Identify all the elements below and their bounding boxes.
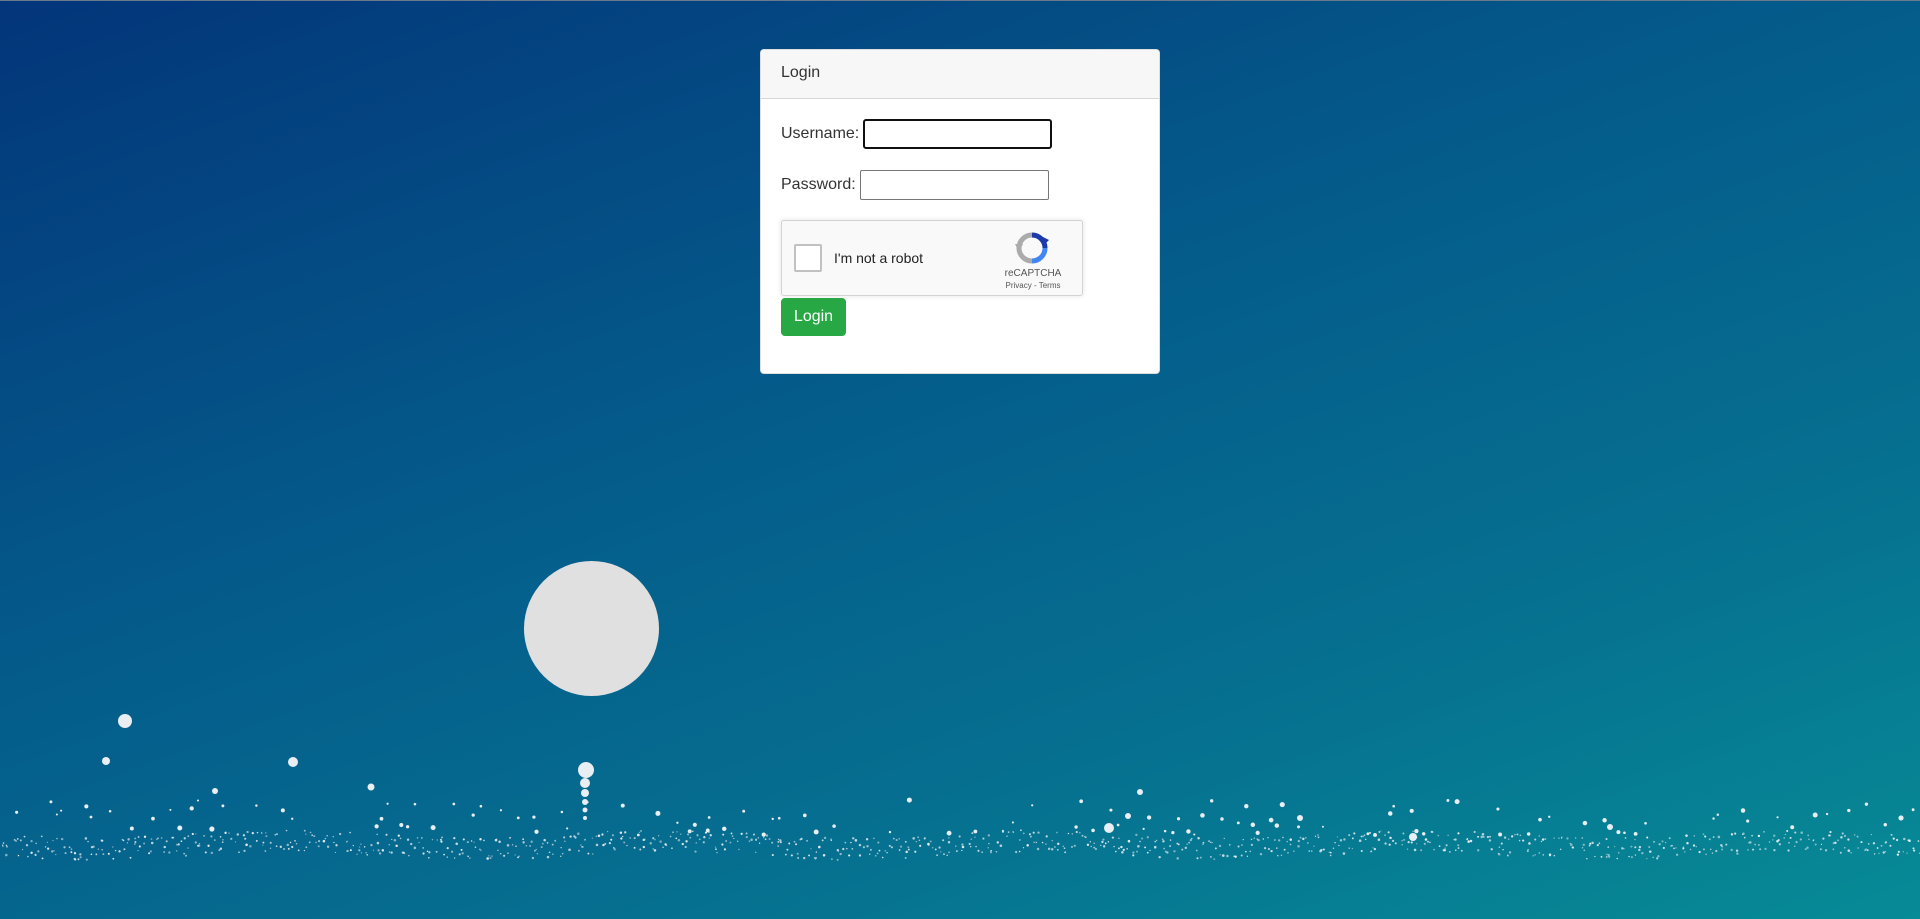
top-border-line <box>0 0 1920 1</box>
recaptcha-links: Privacy - Terms <box>992 281 1074 290</box>
password-label: Password: <box>781 176 856 193</box>
recaptcha-label: I'm not a robot <box>834 250 924 266</box>
login-button[interactable]: Login <box>781 298 846 336</box>
recaptcha-logo-icon <box>1015 232 1049 264</box>
username-label: Username: <box>781 125 860 142</box>
username-input[interactable] <box>863 119 1053 149</box>
recaptcha-checkbox[interactable] <box>794 244 822 272</box>
recaptcha-brand: reCAPTCHA <box>1004 268 1062 279</box>
recaptcha-widget: I'm not a robot reCAPTCHA Privacy - Term… <box>781 220 1083 296</box>
background-moon-circle <box>524 561 659 696</box>
login-card: Login Username: Password: I'm not a robo… <box>760 49 1160 374</box>
password-input[interactable] <box>859 170 1049 200</box>
recaptcha-link-separator: - <box>1031 281 1039 290</box>
password-row: Password: <box>781 170 1049 200</box>
background-particle-wave <box>2 714 1920 861</box>
recaptcha-terms-link[interactable]: Terms <box>1039 281 1061 290</box>
username-row: Username: <box>781 119 1053 149</box>
login-card-title: Login <box>761 50 1159 99</box>
recaptcha-privacy-link[interactable]: Privacy <box>1006 281 1032 290</box>
